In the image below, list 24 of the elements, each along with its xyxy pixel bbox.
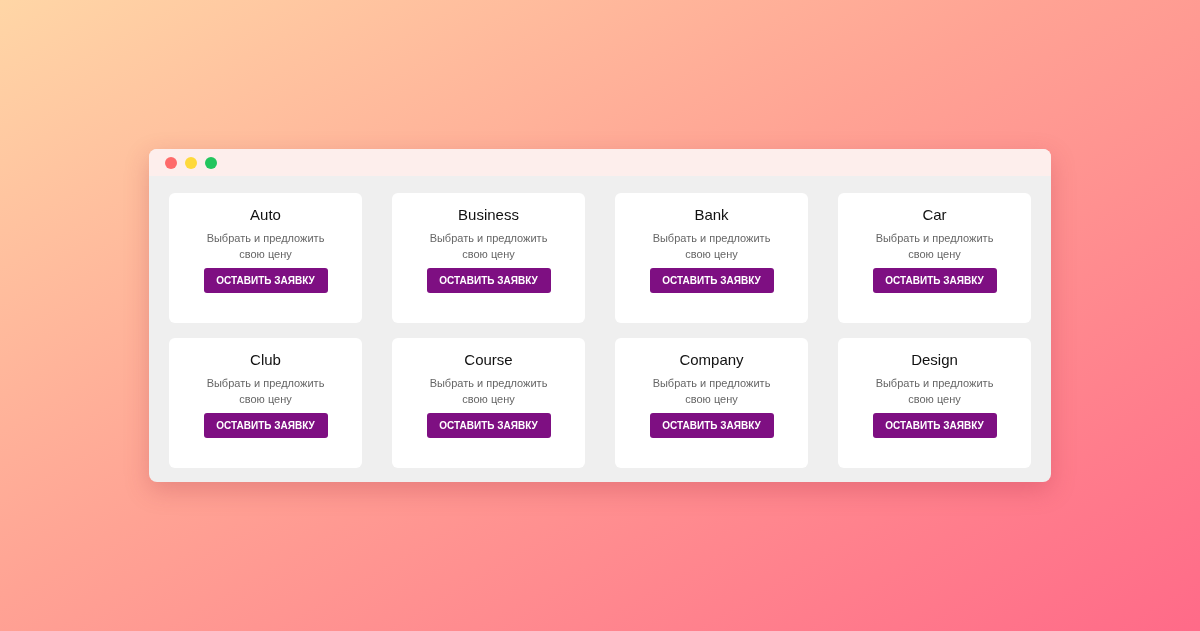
card-title: Car — [922, 205, 947, 225]
card-description: Выбрать и предложить свою цену — [205, 376, 326, 407]
card-description: Выбрать и предложить свою цену — [428, 376, 549, 407]
card-description: Выбрать и предложить свою цену — [205, 231, 326, 262]
submit-request-button[interactable]: ОСТАВИТЬ ЗАЯВКУ — [426, 268, 551, 293]
card-title: Course — [464, 350, 513, 370]
card-description: Выбрать и предложить свою цену — [874, 376, 995, 407]
submit-request-button[interactable]: ОСТАВИТЬ ЗАЯВКУ — [426, 413, 551, 438]
card-title: Bank — [694, 205, 729, 225]
submit-request-button[interactable]: ОСТАВИТЬ ЗАЯВКУ — [872, 268, 997, 293]
submit-request-button[interactable]: ОСТАВИТЬ ЗАЯВКУ — [872, 413, 997, 438]
card-title: Auto — [250, 205, 281, 225]
card-description: Выбрать и предложить свою цену — [651, 376, 772, 407]
submit-request-button[interactable]: ОСТАВИТЬ ЗАЯВКУ — [203, 413, 328, 438]
card-title: Club — [250, 350, 281, 370]
card-title: Design — [911, 350, 958, 370]
submit-request-button[interactable]: ОСТАВИТЬ ЗАЯВКУ — [649, 268, 774, 293]
card-title: Business — [458, 205, 519, 225]
card-title: Company — [679, 350, 744, 370]
card-description: Выбрать и предложить свою цену — [874, 231, 995, 262]
card-description: Выбрать и предложить свою цену — [651, 231, 772, 262]
card-description: Выбрать и предложить свою цену — [428, 231, 549, 262]
submit-request-button[interactable]: ОСТАВИТЬ ЗАЯВКУ — [649, 413, 774, 438]
submit-request-button[interactable]: ОСТАВИТЬ ЗАЯВКУ — [203, 268, 328, 293]
